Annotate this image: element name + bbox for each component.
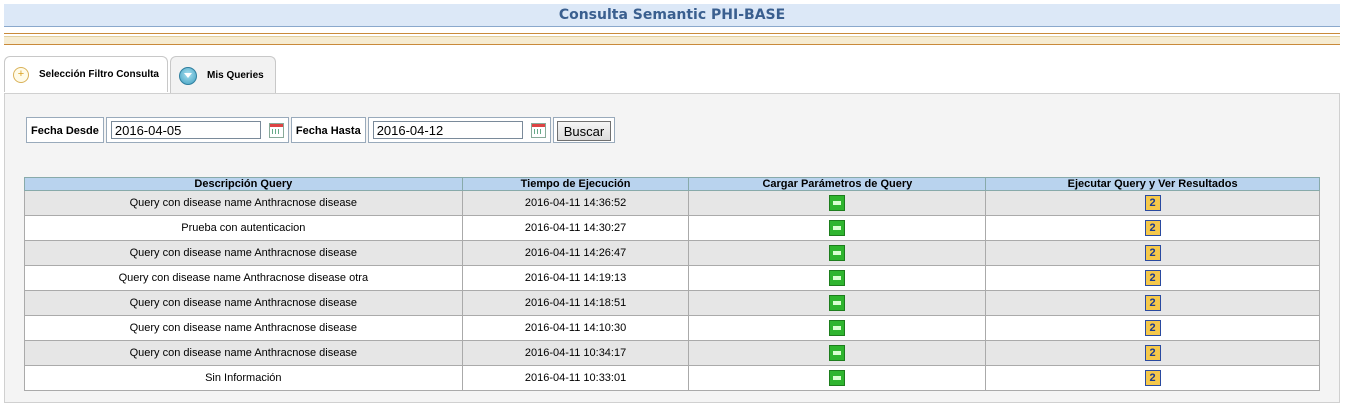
execute-query-icon[interactable]: 2 xyxy=(1144,270,1161,286)
load-params-cell xyxy=(688,265,987,291)
page-header: Consulta Semantic PHI-BASE xyxy=(4,4,1340,27)
load-params-cell xyxy=(688,365,987,391)
fecha-hasta-container xyxy=(367,117,551,143)
table-row: Sin Información 2016-04-11 10:33:01 2 xyxy=(24,365,1320,391)
execute-query-icon[interactable]: 2 xyxy=(1144,370,1161,386)
execution-time: 2016-04-11 10:34:17 xyxy=(461,340,690,366)
table-row: Query con disease name Anthracnose disea… xyxy=(24,290,1320,316)
table-row: Query con disease name Anthracnose disea… xyxy=(24,190,1320,216)
execute-query-cell: 2 xyxy=(985,340,1320,366)
table-row: Query con disease name Anthracnose disea… xyxy=(24,315,1320,341)
divider-band xyxy=(4,36,1340,45)
fecha-hasta-label: Fecha Hasta xyxy=(290,117,366,143)
execute-query-cell: 2 xyxy=(985,315,1320,341)
execute-query-cell: 2 xyxy=(985,265,1320,291)
column-header[interactable]: Descripción Query xyxy=(24,177,463,191)
load-params-cell xyxy=(688,190,987,216)
execute-query-icon[interactable]: 2 xyxy=(1144,345,1161,361)
divider xyxy=(4,33,1340,34)
column-header[interactable]: Ejecutar Query y Ver Resultados xyxy=(985,177,1320,191)
buscar-container: Buscar xyxy=(552,117,616,143)
query-description: Query con disease name Anthracnose disea… xyxy=(24,315,463,341)
execute-query-icon[interactable]: 2 xyxy=(1144,320,1161,336)
execution-time: 2016-04-11 14:19:13 xyxy=(461,265,690,291)
load-params-cell xyxy=(688,240,987,266)
load-params-icon[interactable] xyxy=(829,245,846,261)
column-header[interactable]: Cargar Parámetros de Query xyxy=(688,177,987,191)
plus-icon: + xyxy=(13,66,29,83)
execute-query-icon[interactable]: 2 xyxy=(1144,195,1161,211)
fecha-desde-container xyxy=(105,117,289,143)
execute-query-cell: 2 xyxy=(985,290,1320,316)
calendar-icon[interactable] xyxy=(530,122,546,138)
table-row: Prueba con autenticacion 2016-04-11 14:30… xyxy=(24,215,1320,241)
query-description: Sin Información xyxy=(24,365,463,391)
load-params-icon[interactable] xyxy=(829,345,846,361)
fecha-hasta-input[interactable] xyxy=(372,121,523,139)
execution-time: 2016-04-11 14:26:47 xyxy=(461,240,690,266)
load-params-icon[interactable] xyxy=(829,220,846,236)
load-params-icon[interactable] xyxy=(829,320,846,336)
execute-query-cell: 2 xyxy=(985,190,1320,216)
table-row: Query con disease name Anthracnose disea… xyxy=(24,340,1320,366)
execute-query-icon[interactable]: 2 xyxy=(1144,245,1161,261)
execute-query-icon[interactable]: 2 xyxy=(1144,295,1161,311)
execution-time: 2016-04-11 14:18:51 xyxy=(461,290,690,316)
load-params-icon[interactable] xyxy=(829,295,846,311)
execute-query-cell: 2 xyxy=(985,240,1320,266)
fecha-desde-input[interactable] xyxy=(110,121,261,139)
load-params-cell xyxy=(688,315,987,341)
tab-mis-queries[interactable]: Mis Queries xyxy=(170,56,276,94)
queries-table: Descripción Query Tiempo de Ejecución Ca… xyxy=(24,177,1320,391)
execution-time: 2016-04-11 14:36:52 xyxy=(461,190,690,216)
execute-query-cell: 2 xyxy=(985,365,1320,391)
query-description: Query con disease name Anthracnose disea… xyxy=(24,340,463,366)
load-params-cell xyxy=(688,340,987,366)
execute-query-icon[interactable]: 2 xyxy=(1144,220,1161,236)
tab-seleccion-filtro[interactable]: + Selección Filtro Consulta xyxy=(4,56,168,92)
query-description: Query con disease name Anthracnose disea… xyxy=(24,265,463,291)
query-description: Query con disease name Anthracnose disea… xyxy=(24,290,463,316)
tab-label: Mis Queries xyxy=(207,70,264,81)
query-description: Prueba con autenticacion xyxy=(24,215,463,241)
buscar-button[interactable]: Buscar xyxy=(556,121,612,141)
execution-time: 2016-04-11 14:30:27 xyxy=(461,215,690,241)
load-params-icon[interactable] xyxy=(829,370,846,386)
date-filter-bar: Fecha Desde Fecha Hasta Buscar xyxy=(26,117,616,143)
chevron-down-circle-icon xyxy=(179,66,197,85)
query-description: Query con disease name Anthracnose disea… xyxy=(24,240,463,266)
fecha-desde-label: Fecha Desde xyxy=(26,117,104,143)
table-header-row: Descripción Query Tiempo de Ejecución Ca… xyxy=(24,177,1320,191)
table-row: Query con disease name Anthracnose disea… xyxy=(24,265,1320,291)
calendar-icon[interactable] xyxy=(268,122,284,138)
load-params-cell xyxy=(688,290,987,316)
table-row: Query con disease name Anthracnose disea… xyxy=(24,240,1320,266)
load-params-cell xyxy=(688,215,987,241)
query-description: Query con disease name Anthracnose disea… xyxy=(24,190,463,216)
load-params-icon[interactable] xyxy=(829,195,846,211)
execute-query-cell: 2 xyxy=(985,215,1320,241)
tab-label: Selección Filtro Consulta xyxy=(38,69,159,80)
page-title: Consulta Semantic PHI-BASE xyxy=(558,7,786,23)
execution-time: 2016-04-11 10:33:01 xyxy=(461,365,690,391)
load-params-icon[interactable] xyxy=(829,270,846,286)
execution-time: 2016-04-11 14:10:30 xyxy=(461,315,690,341)
column-header[interactable]: Tiempo de Ejecución xyxy=(461,177,690,191)
